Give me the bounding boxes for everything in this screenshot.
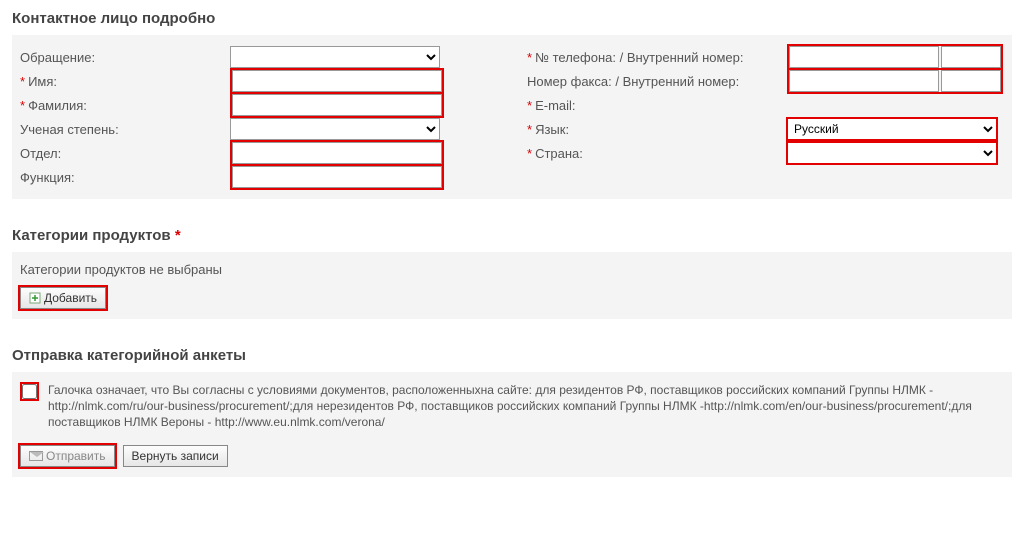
- fax-input[interactable]: [789, 70, 939, 92]
- categories-panel: Категории продуктов не выбраны Добавить: [12, 252, 1012, 319]
- label-department: Отдел:: [20, 146, 230, 161]
- section-title-send: Отправка категорийной анкеты: [12, 347, 1012, 364]
- section-title-categories: Категории продуктов *: [12, 227, 1012, 244]
- label-last-name: *Фамилия:: [20, 98, 230, 113]
- add-button-label: Добавить: [44, 291, 97, 305]
- contact-panel: Обращение: *Имя: *Фамилия: Ученая степен…: [12, 35, 1012, 199]
- revert-button[interactable]: Вернуть записи: [123, 445, 228, 467]
- contact-left-col: Обращение: *Имя: *Фамилия: Ученая степен…: [20, 45, 497, 189]
- add-icon: [29, 292, 41, 304]
- label-fax: Номер факса: / Внутренний номер:: [527, 74, 787, 89]
- country-select[interactable]: [787, 142, 997, 164]
- section-title-contact: Контактное лицо подробно: [12, 10, 1012, 27]
- degree-select[interactable]: [230, 118, 440, 140]
- label-phone: *№ телефона: / Внутренний номер:: [527, 50, 787, 65]
- label-first-name: *Имя:: [20, 74, 230, 89]
- mail-icon: [29, 451, 43, 461]
- terms-checkbox[interactable]: [22, 384, 37, 399]
- salutation-select[interactable]: [230, 46, 440, 68]
- send-button-label: Отправить: [46, 449, 106, 463]
- last-name-input[interactable]: [232, 94, 442, 116]
- label-country: *Страна:: [527, 146, 787, 161]
- fax-ext-input[interactable]: [941, 70, 1001, 92]
- department-input[interactable]: [232, 142, 442, 164]
- revert-button-label: Вернуть записи: [132, 449, 219, 463]
- contact-right-col: *№ телефона: / Внутренний номер: Номер ф…: [527, 45, 1004, 189]
- label-salutation: Обращение:: [20, 50, 230, 65]
- first-name-input[interactable]: [232, 70, 442, 92]
- label-degree: Ученая степень:: [20, 122, 230, 137]
- add-button[interactable]: Добавить: [20, 287, 106, 309]
- label-email: *E-mail:: [527, 98, 787, 113]
- categories-empty-note: Категории продуктов не выбраны: [20, 262, 1004, 277]
- function-input[interactable]: [232, 166, 442, 188]
- phone-ext-input[interactable]: [941, 46, 1001, 68]
- language-select[interactable]: Русский: [787, 118, 997, 140]
- phone-input[interactable]: [789, 46, 939, 68]
- terms-text: Галочка означает, что Вы согласны с усло…: [48, 382, 1004, 431]
- label-language: *Язык:: [527, 122, 787, 137]
- label-function: Функция:: [20, 170, 230, 185]
- send-button[interactable]: Отправить: [20, 445, 115, 467]
- send-panel: Галочка означает, что Вы согласны с усло…: [12, 372, 1012, 477]
